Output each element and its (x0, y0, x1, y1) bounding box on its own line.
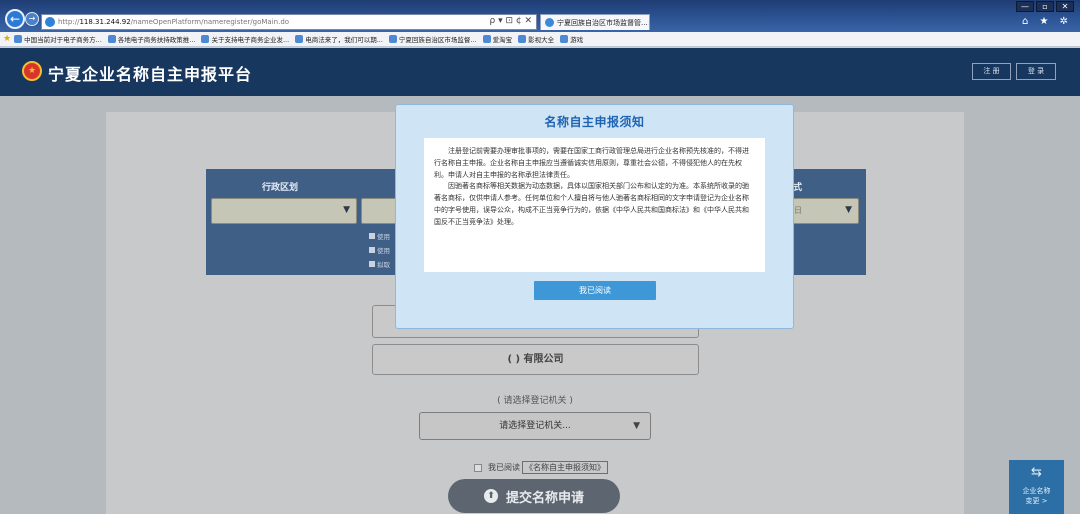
registry-placeholder: 请选择登记机关... (499, 421, 571, 431)
agree-row: 我已阅读 《名称自主申报须知》 (474, 461, 608, 474)
agree-text: 我已阅读 (488, 463, 520, 472)
widget-line1: 企业名称 (1022, 487, 1051, 495)
favorites-star-icon[interactable]: ★ (3, 34, 11, 44)
checkbox-icon (369, 261, 375, 267)
browser-titlebar: — ▫ ✕ ← → http://118.31.244.92/nameOpenP… (0, 0, 1080, 32)
address-tools-icons[interactable]: ρ ▾ ⊡ ¢ ✕ (490, 16, 532, 26)
modal-paragraph-2: 因驰著名商标等相关数据为动态数据，具体以国家相关部门公布和认定的为准。本系统所收… (434, 182, 749, 226)
submit-button[interactable]: ⬆ 提交名称申请 (448, 479, 620, 513)
page-icon (201, 35, 210, 43)
org-form-select[interactable]: 日 ▼ (788, 198, 859, 224)
close-window-button[interactable]: ✕ (1056, 1, 1074, 12)
favorite-item[interactable]: 游戏 (560, 34, 583, 44)
page-icon (518, 35, 527, 43)
org-form-placeholder: 日 (794, 206, 802, 215)
page-icon (107, 35, 116, 43)
register-button[interactable]: 注 册 (972, 63, 1011, 80)
modal-body: 注册登记前需要办理审批事项的，需要在国家工商行政管理总局进行企业名称预先核准的，… (424, 138, 765, 272)
page-icon (482, 35, 491, 43)
checkbox-icon (369, 247, 375, 253)
favorite-item[interactable]: 爱淘宝 (482, 34, 512, 44)
address-path: /nameOpenPlatform/nameregister/goMain.do (130, 18, 290, 26)
company-suffix-field: ( ) 有限公司 (372, 344, 699, 375)
registry-select[interactable]: 请选择登记机关... ▼ (419, 412, 651, 440)
agree-checkbox[interactable] (474, 463, 482, 472)
swap-arrows-icon: ⇆ (1031, 465, 1042, 480)
notice-link[interactable]: 《名称自主申报须知》 (522, 461, 608, 474)
dropdown-arrow-icon: ▼ (845, 205, 852, 215)
confirm-read-button[interactable]: 我已阅读 (534, 281, 656, 300)
page-icon (14, 35, 23, 43)
widget-line2: 变更 > (1025, 497, 1048, 505)
dropdown-arrow-icon: ▼ (633, 421, 640, 431)
site-header: ★ 宁夏企业名称自主申报平台 注 册 登 录 (0, 48, 1080, 96)
favorite-item[interactable]: 宁夏回族自治区市场监督... (388, 34, 477, 44)
checkbox-option[interactable]: 使用 (369, 245, 390, 255)
favorite-item[interactable]: 中国当前对于电子商务方... (14, 34, 102, 44)
checkbox-option[interactable]: 拟取 (369, 259, 390, 269)
address-scheme: http:// (58, 18, 80, 26)
national-emblem-icon: ★ (22, 61, 42, 81)
modal-paragraph-1: 注册登记前需要办理审批事项的，需要在国家工商行政管理总局进行企业名称预先核准的，… (434, 147, 749, 179)
region-select[interactable]: ▼ (211, 198, 357, 224)
submit-label: 提交名称申请 (505, 490, 584, 506)
browser-tab[interactable]: 宁夏回族自治区市场监督管... × (540, 14, 650, 30)
modal-title: 名称自主申报须知 (544, 115, 645, 129)
forward-button[interactable]: → (25, 12, 39, 26)
upload-icon: ⬆ (483, 489, 498, 503)
page-icon (295, 35, 304, 43)
back-arrow-icon: ← (9, 12, 21, 26)
tab-title: 宁夏回族自治区市场监督管... (557, 18, 648, 27)
checkbox-option[interactable]: 使用 (369, 231, 390, 241)
org-form-label: 式 (793, 183, 803, 193)
back-button[interactable]: ← (5, 9, 25, 29)
login-button[interactable]: 登 录 (1016, 63, 1056, 80)
home-star-gear-icons[interactable]: ⌂ ★ ✲ (1022, 16, 1072, 27)
address-host: 118.31.244.92 (79, 18, 131, 26)
favorite-item[interactable]: 关于支持电子商务企业发... (201, 34, 289, 44)
favorite-item[interactable]: 影视大全 (518, 34, 554, 44)
forward-arrow-icon: → (28, 14, 36, 23)
dropdown-arrow-icon: ▼ (343, 205, 350, 215)
tab-favicon-icon (545, 18, 554, 27)
window-controls: — ▫ ✕ (1016, 1, 1074, 12)
tab-close-icon[interactable]: × (648, 19, 649, 27)
minimize-button[interactable]: — (1016, 1, 1034, 12)
region-label: 行政区划 (262, 183, 299, 193)
page-icon (388, 35, 397, 43)
notice-modal: 名称自主申报须知 注册登记前需要办理审批事项的，需要在国家工商行政管理总局进行企… (395, 104, 794, 329)
page-icon (560, 35, 569, 43)
favorites-bar: ★ 中国当前对于电子商务方... 各地电子商务扶持政策推... 关于支持电子商务… (0, 32, 1080, 47)
registry-label: ( 请选择登记机关 ) (497, 396, 573, 406)
name-change-widget[interactable]: ⇆ 企业名称 变更 > (1009, 460, 1064, 514)
ie-icon (45, 17, 55, 27)
site-title: 宁夏企业名称自主申报平台 (48, 65, 253, 84)
favorite-item[interactable]: 电商法来了，我们可以期... (295, 34, 383, 44)
address-bar[interactable]: http://118.31.244.92/nameOpenPlatform/na… (41, 14, 537, 30)
restore-button[interactable]: ▫ (1036, 1, 1054, 12)
favorite-item[interactable]: 各地电子商务扶持政策推... (107, 34, 195, 44)
checkbox-icon (369, 233, 375, 239)
